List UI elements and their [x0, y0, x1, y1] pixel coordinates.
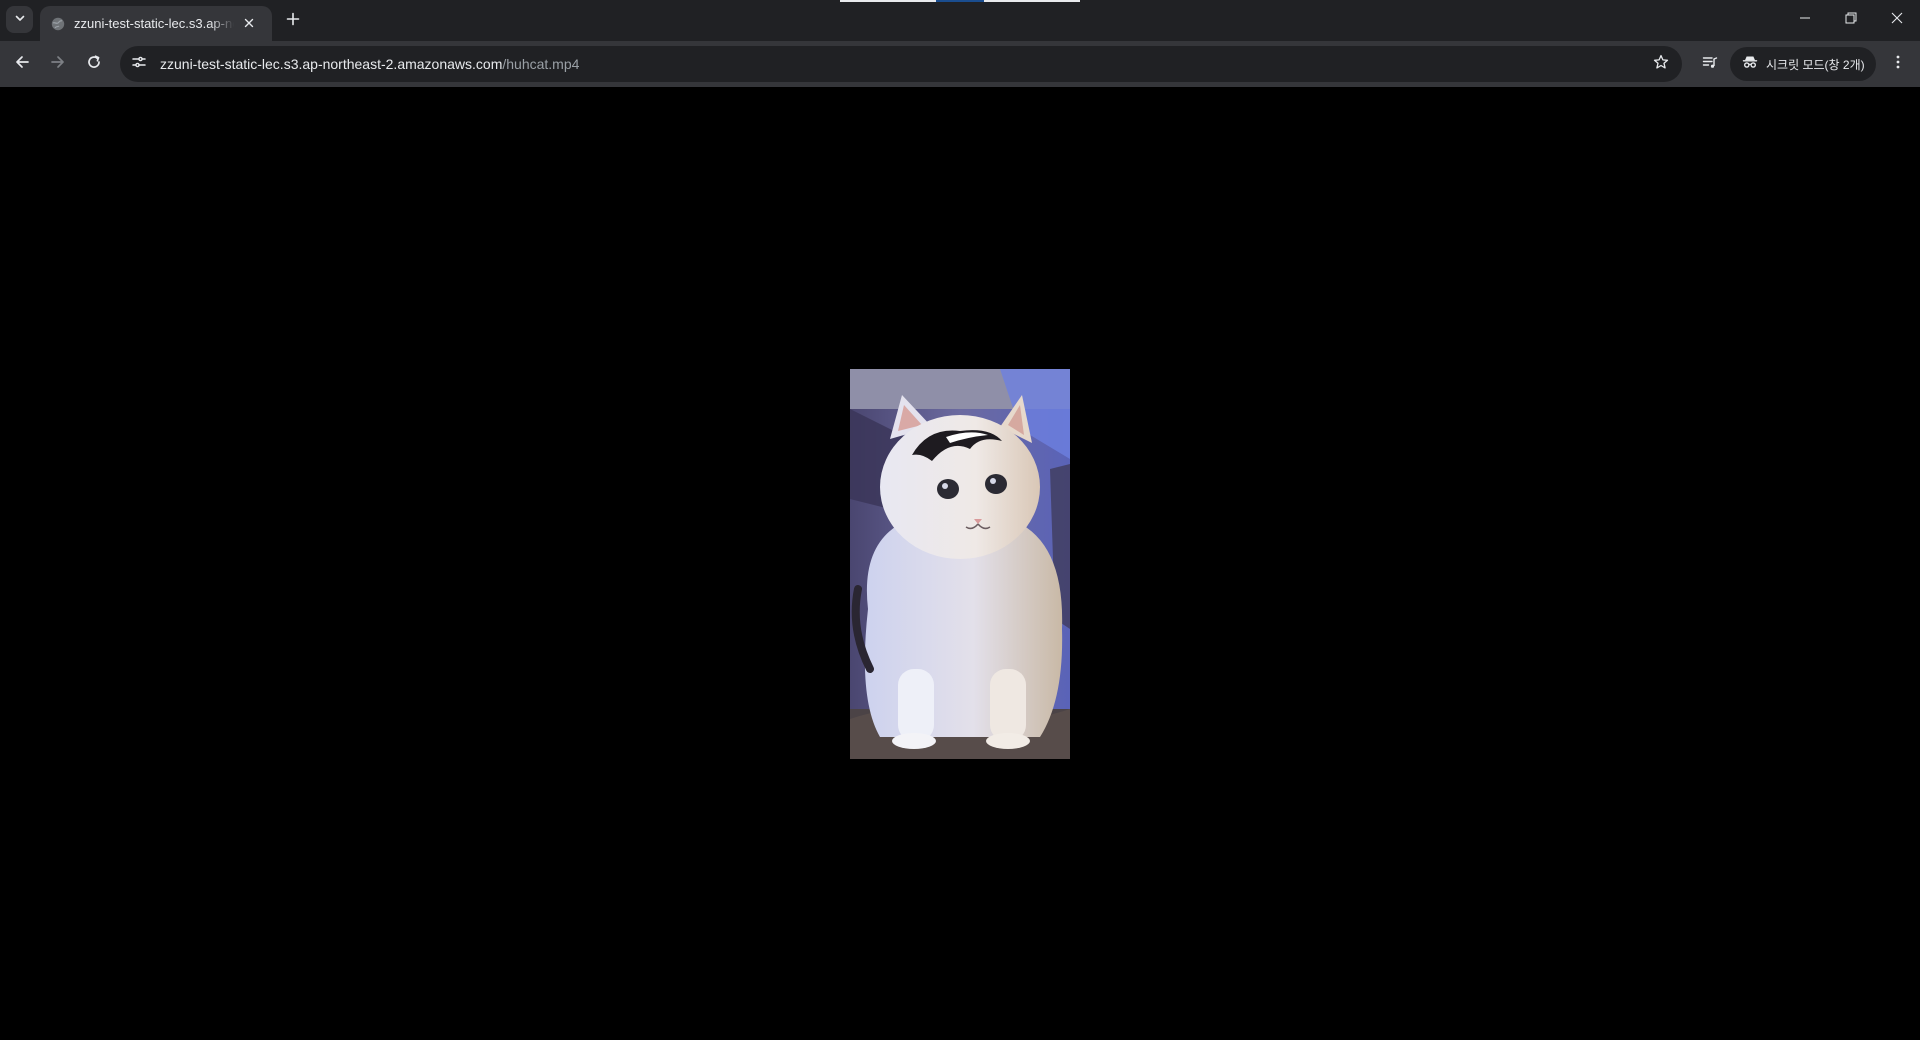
toolbar: zzuni-test-static-lec.s3.ap-northeast-2.… — [0, 41, 1920, 87]
tab-strip: zzuni-test-static-lec.s3.ap-northeast-2.… — [0, 0, 1920, 41]
arrow-right-icon — [50, 54, 66, 75]
reload-button[interactable] — [78, 48, 110, 80]
star-icon — [1653, 54, 1669, 75]
globe-icon — [50, 16, 66, 32]
site-info-button[interactable] — [126, 51, 152, 77]
tune-icon — [131, 54, 147, 75]
reload-icon — [86, 54, 102, 75]
url-host: zzuni-test-static-lec.s3.ap-northeast-2.… — [160, 56, 503, 72]
arrow-left-icon — [14, 54, 30, 75]
tab-title: zzuni-test-static-lec.s3.ap-northeast-2.… — [74, 16, 234, 31]
browser-window: zzuni-test-static-lec.s3.ap-northeast-2.… — [0, 0, 1920, 1040]
minimize-button[interactable] — [1782, 0, 1828, 40]
url-text[interactable]: zzuni-test-static-lec.s3.ap-northeast-2.… — [160, 56, 579, 72]
incognito-label: 시크릿 모드(창 2개) — [1766, 57, 1865, 72]
video-frame — [850, 369, 1070, 759]
page-content — [0, 87, 1920, 1040]
window-drag-indicator — [840, 0, 936, 2]
tab-close-button[interactable] — [240, 15, 258, 33]
restore-icon — [1845, 11, 1857, 29]
close-icon — [1891, 11, 1903, 29]
tab-search-button[interactable] — [6, 6, 33, 33]
minimize-icon — [1799, 11, 1811, 29]
more-vertical-icon — [1890, 54, 1906, 75]
forward-button[interactable] — [42, 48, 74, 80]
new-tab-button[interactable] — [280, 8, 306, 34]
url-path: /huhcat.mp4 — [502, 56, 580, 72]
bookmark-button[interactable] — [1648, 51, 1674, 77]
restore-button[interactable] — [1828, 0, 1874, 40]
incognito-icon — [1742, 54, 1758, 75]
browser-tab[interactable]: zzuni-test-static-lec.s3.ap-northeast-2.… — [40, 6, 272, 41]
back-button[interactable] — [6, 48, 38, 80]
queue-music-icon — [1702, 54, 1718, 75]
address-bar[interactable]: zzuni-test-static-lec.s3.ap-northeast-2.… — [120, 46, 1682, 82]
close-window-button[interactable] — [1874, 0, 1920, 40]
video-player[interactable] — [850, 369, 1070, 759]
media-controls-button[interactable] — [1694, 48, 1726, 80]
window-drag-indicator-right — [984, 0, 1080, 2]
incognito-indicator[interactable]: 시크릿 모드(창 2개) — [1730, 47, 1876, 81]
plus-icon — [286, 12, 300, 31]
chevron-down-icon — [14, 11, 26, 29]
browser-menu-button[interactable] — [1882, 48, 1914, 80]
window-drag-indicator-active — [936, 0, 984, 2]
close-icon — [244, 15, 254, 33]
